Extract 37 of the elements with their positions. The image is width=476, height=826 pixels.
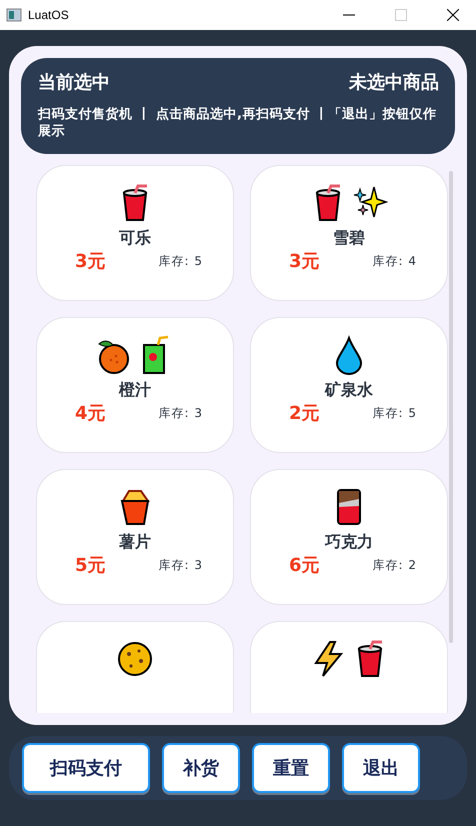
product-name: 巧克力 — [325, 532, 373, 553]
stock-count: 库存: 3 — [158, 556, 203, 574]
product-name: 矿泉水 — [325, 380, 373, 401]
product-price: 2元 — [289, 402, 320, 425]
selection-text: 未选中商品 — [349, 71, 439, 94]
cookie-icon — [117, 639, 153, 679]
maximize-icon — [395, 9, 407, 21]
stock-count: 库存: 5 — [158, 252, 203, 270]
product-card[interactable]: 巧克力 6元 库存: 2 — [250, 469, 448, 605]
product-price: 3元 — [289, 250, 320, 273]
stock-count: 库存: 3 — [158, 404, 203, 422]
product-name: 可乐 — [119, 228, 151, 249]
product-card[interactable]: 矿泉水 2元 库存: 5 — [250, 317, 448, 453]
action-button[interactable]: 退出 — [342, 743, 420, 793]
product-card[interactable]: 雪碧 3元 库存: 4 — [250, 165, 448, 301]
product-name: 雪碧 — [333, 228, 365, 249]
stock-count: 库存: 4 — [372, 252, 417, 270]
stock-count: 库存: 2 — [372, 556, 417, 574]
app-icon — [6, 8, 22, 22]
action-button[interactable]: 重置 — [252, 743, 330, 793]
scrollbar[interactable] — [449, 171, 453, 643]
close-icon[interactable] — [447, 9, 459, 21]
product-price: 5元 — [75, 554, 106, 577]
product-card[interactable]: 薯片 5元 库存: 3 — [36, 469, 234, 605]
stock-count: 库存: 5 — [372, 404, 417, 422]
product-name: 薯片 — [119, 532, 151, 553]
action-button[interactable]: 扫码支付 — [22, 743, 150, 793]
product-card[interactable]: 可乐 3元 库存: 5 — [36, 165, 234, 301]
product-name: 橙汁 — [119, 380, 151, 401]
product-price: 6元 — [289, 554, 320, 577]
header-label: 当前选中 — [38, 71, 110, 94]
product-price: 3元 — [75, 250, 106, 273]
description-text: 扫码支付售货机 丨 点击商品选中,再扫码支付 丨「退出」按钮仅作展示 — [38, 106, 438, 140]
product-card[interactable]: 橙汁 4元 库存: 3 — [36, 317, 234, 453]
action-button[interactable]: 补货 — [162, 743, 240, 793]
product-price: 4元 — [75, 402, 106, 425]
window-title: LuatOS — [28, 8, 70, 22]
